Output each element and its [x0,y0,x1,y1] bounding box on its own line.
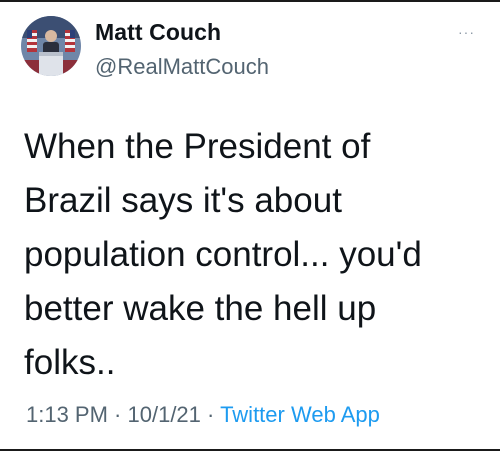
author-name[interactable]: Matt Couch [95,19,221,46]
more-options-icon[interactable]: ··· [458,24,475,40]
tweet-source-app[interactable]: Twitter Web App [220,402,380,427]
avatar[interactable] [21,16,81,76]
meta-separator: · [200,402,221,427]
tweet-date[interactable]: 10/1/21 [128,402,201,427]
screenshot-frame: Matt Couch @RealMattCouch ··· When the P… [0,0,500,451]
meta-separator: · [107,402,128,427]
tweet-card: Matt Couch @RealMattCouch ··· When the P… [0,2,500,449]
avatar-image [21,16,81,76]
tweet-time[interactable]: 1:13 PM [26,402,108,427]
author-handle[interactable]: @RealMattCouch [95,54,269,80]
tweet-text: When the President of Brazil says it's a… [24,127,422,382]
tweet-metadata: 1:13 PM · 10/1/21 · Twitter Web App [26,402,380,428]
